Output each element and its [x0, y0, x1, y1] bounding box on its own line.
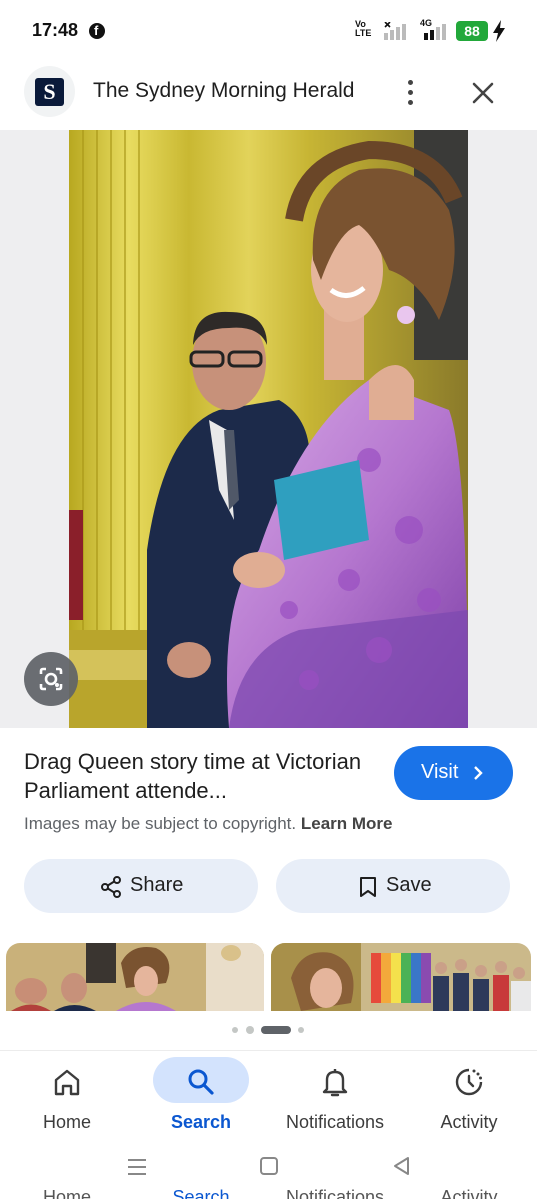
thumbnail-photo: [271, 943, 531, 1011]
related-image-thumbnail[interactable]: [271, 943, 531, 1011]
copyright-text: Images may be subject to copyright.: [24, 814, 297, 833]
bottom-navigation: Home Search Notifications Activity: [0, 1050, 537, 1140]
bell-icon: [322, 1069, 348, 1097]
close-icon[interactable]: [466, 76, 500, 110]
visit-button[interactable]: Visit: [394, 746, 513, 800]
share-icon: [101, 876, 121, 898]
site-name[interactable]: The Sydney Morning Herald: [93, 79, 354, 103]
pager-dot: [232, 1027, 238, 1033]
bookmark-icon: [360, 877, 376, 897]
pager-dot-active: [261, 1026, 291, 1034]
search-icon: [188, 1069, 214, 1095]
charging-icon: [493, 20, 505, 42]
related-image-thumbnail[interactable]: [6, 943, 264, 1011]
activity-icon: [455, 1068, 483, 1096]
home-icon: [54, 1069, 80, 1096]
google-lens-button[interactable]: [24, 652, 78, 706]
nav-label-activity-ghost: Activity: [440, 1187, 498, 1199]
home-circle-icon[interactable]: [259, 1156, 279, 1176]
result-title[interactable]: Drag Queen story time at Victorian Parli…: [24, 747, 374, 805]
google-image-viewer: 17:48 f Vo LTE 4G 88 S The Sydney Mornin…: [0, 0, 537, 1199]
nav-label-notifications-ghost: Notifications: [285, 1187, 385, 1199]
nav-label-search-ghost: Search: [172, 1187, 230, 1199]
pager-dot: [298, 1027, 304, 1033]
source-header: S The Sydney Morning Herald: [0, 60, 537, 130]
volte-indicator: Vo LTE: [355, 19, 372, 38]
signal-strength-icon: [424, 24, 446, 40]
nav-home[interactable]: Home: [0, 1051, 134, 1141]
smh-logo-icon: S: [35, 78, 64, 106]
carousel-pager: [0, 1024, 537, 1036]
back-icon[interactable]: [392, 1156, 412, 1176]
thumbnail-photo: [6, 943, 264, 1011]
copyright-notice: Images may be subject to copyright. Lear…: [24, 814, 393, 834]
status-time: 17:48: [32, 20, 79, 40]
status-bar: 17:48 f Vo LTE 4G 88: [0, 0, 537, 60]
save-button[interactable]: Save: [276, 859, 510, 913]
pager-dot: [246, 1026, 254, 1034]
facebook-icon: f: [89, 23, 105, 39]
nav-label-search: Search: [170, 1112, 232, 1132]
recent-apps-icon[interactable]: [126, 1158, 148, 1176]
image-preview-area: [0, 130, 537, 728]
learn-more-link[interactable]: Learn More: [301, 814, 393, 833]
nav-label-home: Home: [42, 1112, 91, 1132]
nav-search[interactable]: Search: [134, 1051, 268, 1141]
save-label: Save: [386, 874, 432, 896]
battery-indicator: 88: [456, 21, 488, 41]
more-options-button[interactable]: [396, 76, 426, 110]
chevron-right-icon: [474, 766, 483, 780]
site-logo[interactable]: S: [24, 66, 75, 117]
result-photo[interactable]: [69, 130, 468, 728]
share-button[interactable]: Share: [24, 859, 258, 913]
nav-label-notifications: Notifications: [285, 1112, 385, 1132]
nav-notifications[interactable]: Notifications: [268, 1051, 402, 1141]
lens-icon: [39, 667, 63, 691]
nav-label-activity: Activity: [440, 1112, 498, 1132]
visit-label: Visit: [421, 761, 459, 783]
signal-strength-icon: [384, 22, 406, 40]
nav-label-home-ghost: Home: [42, 1187, 91, 1199]
share-label: Share: [130, 874, 184, 896]
nav-activity[interactable]: Activity: [402, 1051, 536, 1141]
